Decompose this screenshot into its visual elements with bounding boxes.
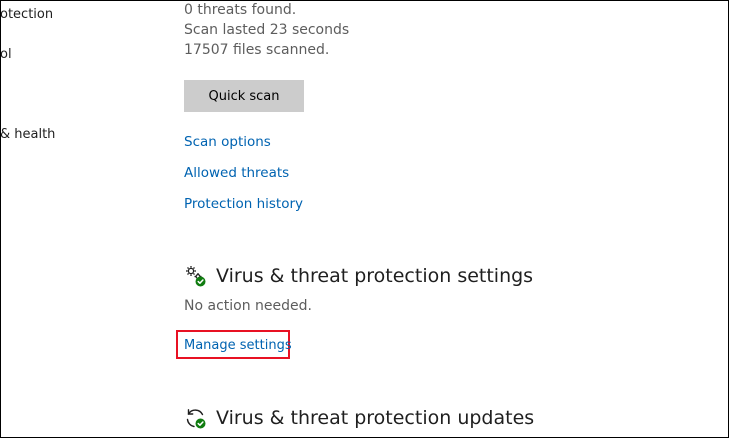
allowed-threats-link[interactable]: Allowed threats — [184, 165, 289, 181]
quick-scan-button[interactable]: Quick scan — [184, 80, 304, 112]
sidebar-item-device-health[interactable]: & health — [1, 127, 55, 142]
settings-section-header: Virus & threat protection settings — [184, 261, 533, 291]
sidebar-item-app-control[interactable]: ol — [1, 47, 12, 62]
settings-section-title: Virus & threat protection settings — [216, 265, 534, 287]
settings-status-text: No action needed. — [184, 298, 312, 314]
protection-history-link[interactable]: Protection history — [184, 196, 303, 212]
updates-section-title: Virus & threat protection updates — [216, 407, 535, 429]
window: otection ol & health 0 threats found. Sc… — [0, 0, 729, 438]
threats-found-text: 0 threats found. — [184, 2, 297, 18]
files-scanned-text: 17507 files scanned. — [184, 42, 330, 58]
main-content: 0 threats found. Scan lasted 23 seconds … — [176, 1, 724, 437]
scan-options-link[interactable]: Scan options — [184, 134, 271, 150]
refresh-check-icon — [184, 406, 208, 430]
updates-section-header: Virus & threat protection updates — [184, 403, 534, 433]
sidebar: otection ol & health — [1, 1, 161, 437]
gears-check-icon — [184, 264, 208, 288]
manage-settings-link[interactable]: Manage settings — [184, 338, 292, 353]
scan-duration-text: Scan lasted 23 seconds — [184, 22, 350, 38]
sidebar-item-virus-protection[interactable]: otection — [1, 7, 53, 22]
